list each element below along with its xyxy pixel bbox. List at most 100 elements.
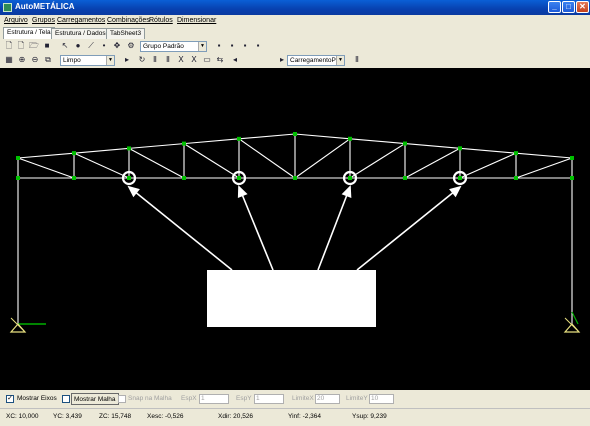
diagonal-member [238, 138, 296, 179]
diagonal-member [515, 157, 573, 179]
tab-tabsheet3[interactable]: TabSheet3 [106, 28, 146, 39]
status-xdir: Xdir: 20,526 [218, 413, 254, 420]
zoom-all-icon[interactable]: ▦ [4, 55, 14, 65]
bottom-node [458, 176, 462, 180]
bottom-node [403, 176, 407, 180]
tool-a-icon[interactable]: ▪ [214, 41, 224, 51]
show-axes-label: Mostrar Eixos [17, 395, 57, 402]
member-tool-1-icon[interactable]: Ⅱ [150, 55, 160, 65]
blank-overlay-box [207, 270, 376, 327]
toolbar-main: 🗋 🗋 🗁 ■ ↖ ● ⟋ • ✥ ⚙ Grupo Padrão ▼ ▪ ▪ ▪… [0, 40, 590, 53]
top-chord-member [515, 152, 573, 159]
top-node [348, 136, 352, 141]
load-case-select[interactable]: CarregamentoP ▼ [287, 55, 345, 66]
select-cursor-icon[interactable]: ↖ [60, 41, 70, 51]
top-node [458, 146, 462, 151]
bottom-node [127, 176, 131, 180]
snap-mesh-checkbox[interactable] [118, 395, 126, 403]
toolbar-view: ▦ ⊕ ⊖ ⧉ Limpo ▼ ▸ ↻ Ⅱ Ⅱ Ⅹ Ⅹ ▭ ⇆ ◂ ▸ Carr… [0, 54, 590, 67]
diagonal-member [73, 152, 130, 179]
menu-bar: Arquivo Grupos Carregamentos Combinações… [0, 15, 590, 27]
scroll-left-icon[interactable]: ◂ [230, 55, 240, 65]
close-button[interactable]: ✕ [576, 1, 589, 13]
tab-estrutura-dados[interactable]: Estrutura / Dados [51, 28, 110, 39]
zoom-out-icon[interactable]: ⊖ [30, 55, 40, 65]
load-case-value: CarregamentoP [290, 57, 336, 64]
diagonal-member [349, 143, 406, 179]
bottom-node [72, 176, 76, 180]
tool-b-icon[interactable]: ▪ [227, 41, 237, 51]
espy-input[interactable]: 1 [254, 394, 284, 404]
view-mode-select[interactable]: Limpo ▼ [60, 55, 115, 66]
play-icon[interactable]: ▸ [122, 55, 132, 65]
status-xesc: Xesc: -0,526 [147, 413, 184, 420]
top-node [127, 146, 131, 151]
title-bar[interactable]: AutoMETÁLICA _ □ ✕ [0, 0, 590, 15]
show-mesh-checkbox[interactable] [62, 395, 70, 403]
tool-d-icon[interactable]: ▪ [253, 41, 263, 51]
top-chord-member [404, 142, 461, 149]
minimize-button[interactable]: _ [548, 1, 561, 13]
drawing-canvas[interactable] [0, 68, 590, 390]
settings-icon[interactable]: ⚙ [126, 41, 136, 51]
menu-arquivo[interactable]: Arquivo [4, 17, 28, 24]
limx-label: LimiteX [292, 395, 314, 402]
top-node [403, 141, 407, 146]
top-chord-member [349, 138, 406, 145]
top-node [182, 141, 186, 146]
view-mode-value: Limpo [63, 57, 81, 64]
load-arrow-shaft [128, 186, 233, 271]
tab-estrutura-tela[interactable]: Estrutura / Tela [3, 27, 55, 39]
group-select[interactable]: Grupo Padrão ▼ [140, 41, 207, 52]
member-tool-5-icon[interactable]: ▭ [202, 55, 212, 65]
zoom-window-icon[interactable]: ⧉ [43, 55, 53, 65]
espx-input[interactable]: 1 [199, 394, 229, 404]
limx-input[interactable]: 20 [315, 394, 340, 404]
move-tool-icon[interactable]: ✥ [112, 41, 122, 51]
diagonal-member [17, 157, 75, 179]
limy-label: LimiteY [346, 395, 368, 402]
show-mesh-label[interactable]: Mostrar Malha [71, 393, 119, 405]
status-yinf: Yinf: -2,364 [288, 413, 322, 420]
load-arrow-head [341, 185, 352, 199]
line-tool-icon[interactable]: ⟋ [86, 41, 96, 51]
top-node [72, 151, 76, 156]
globe-icon[interactable]: ● [73, 41, 83, 51]
load-arrow-head [237, 185, 248, 199]
menu-grupos[interactable]: Grupos [32, 17, 55, 24]
menu-dimensionar[interactable]: Dimensionar [177, 17, 216, 24]
diagonal-member [294, 138, 351, 179]
scroll-right-icon[interactable]: ▸ [277, 55, 287, 65]
diagonal-member [459, 152, 517, 179]
tool-c-icon[interactable]: ▪ [240, 41, 250, 51]
tab-strip: Estrutura / Tela Estrutura / Dados TabSh… [0, 27, 590, 39]
limy-input[interactable]: 10 [369, 394, 394, 404]
rotate-icon[interactable]: ↻ [137, 55, 147, 65]
menu-carregamentos[interactable]: Carregamentos [57, 17, 105, 24]
menu-combinacoes[interactable]: Combinações [107, 17, 150, 24]
member-tool-3-icon[interactable]: Ⅹ [176, 55, 186, 65]
member-tool-2-icon[interactable]: Ⅱ [163, 55, 173, 65]
drawing-options-bar: ✓ Mostrar Eixos Mostrar Malha Snap na Ma… [0, 392, 590, 407]
group-select-value: Grupo Padrão [143, 43, 184, 50]
zoom-in-icon[interactable]: ⊕ [17, 55, 27, 65]
show-axes-checkbox[interactable]: ✓ [6, 395, 14, 403]
member-tool-6-icon[interactable]: ⇆ [215, 55, 225, 65]
save-icon[interactable]: ■ [42, 41, 52, 51]
new-file-icon[interactable]: 🗋 [4, 41, 14, 51]
node-tool-icon[interactable]: • [99, 41, 109, 51]
chevron-down-icon: ▼ [336, 56, 344, 65]
bottom-node [182, 176, 186, 180]
menu-rotulos[interactable]: Rótulos [149, 17, 173, 24]
structure-drawing [9, 132, 581, 333]
open-folder-icon[interactable]: 🗁 [29, 41, 39, 51]
diagonal-member [404, 147, 461, 179]
maximize-button[interactable]: □ [562, 1, 575, 13]
top-chord-member [294, 133, 351, 140]
top-chord-member [183, 138, 240, 145]
member-tool-4-icon[interactable]: Ⅹ [189, 55, 199, 65]
new-file-alt-icon[interactable]: 🗋 [16, 41, 26, 51]
member-tool-7-icon[interactable]: Ⅱ [352, 55, 362, 65]
window-title: AutoMETÁLICA [15, 2, 75, 11]
status-zc: ZC: 15,748 [99, 413, 132, 420]
